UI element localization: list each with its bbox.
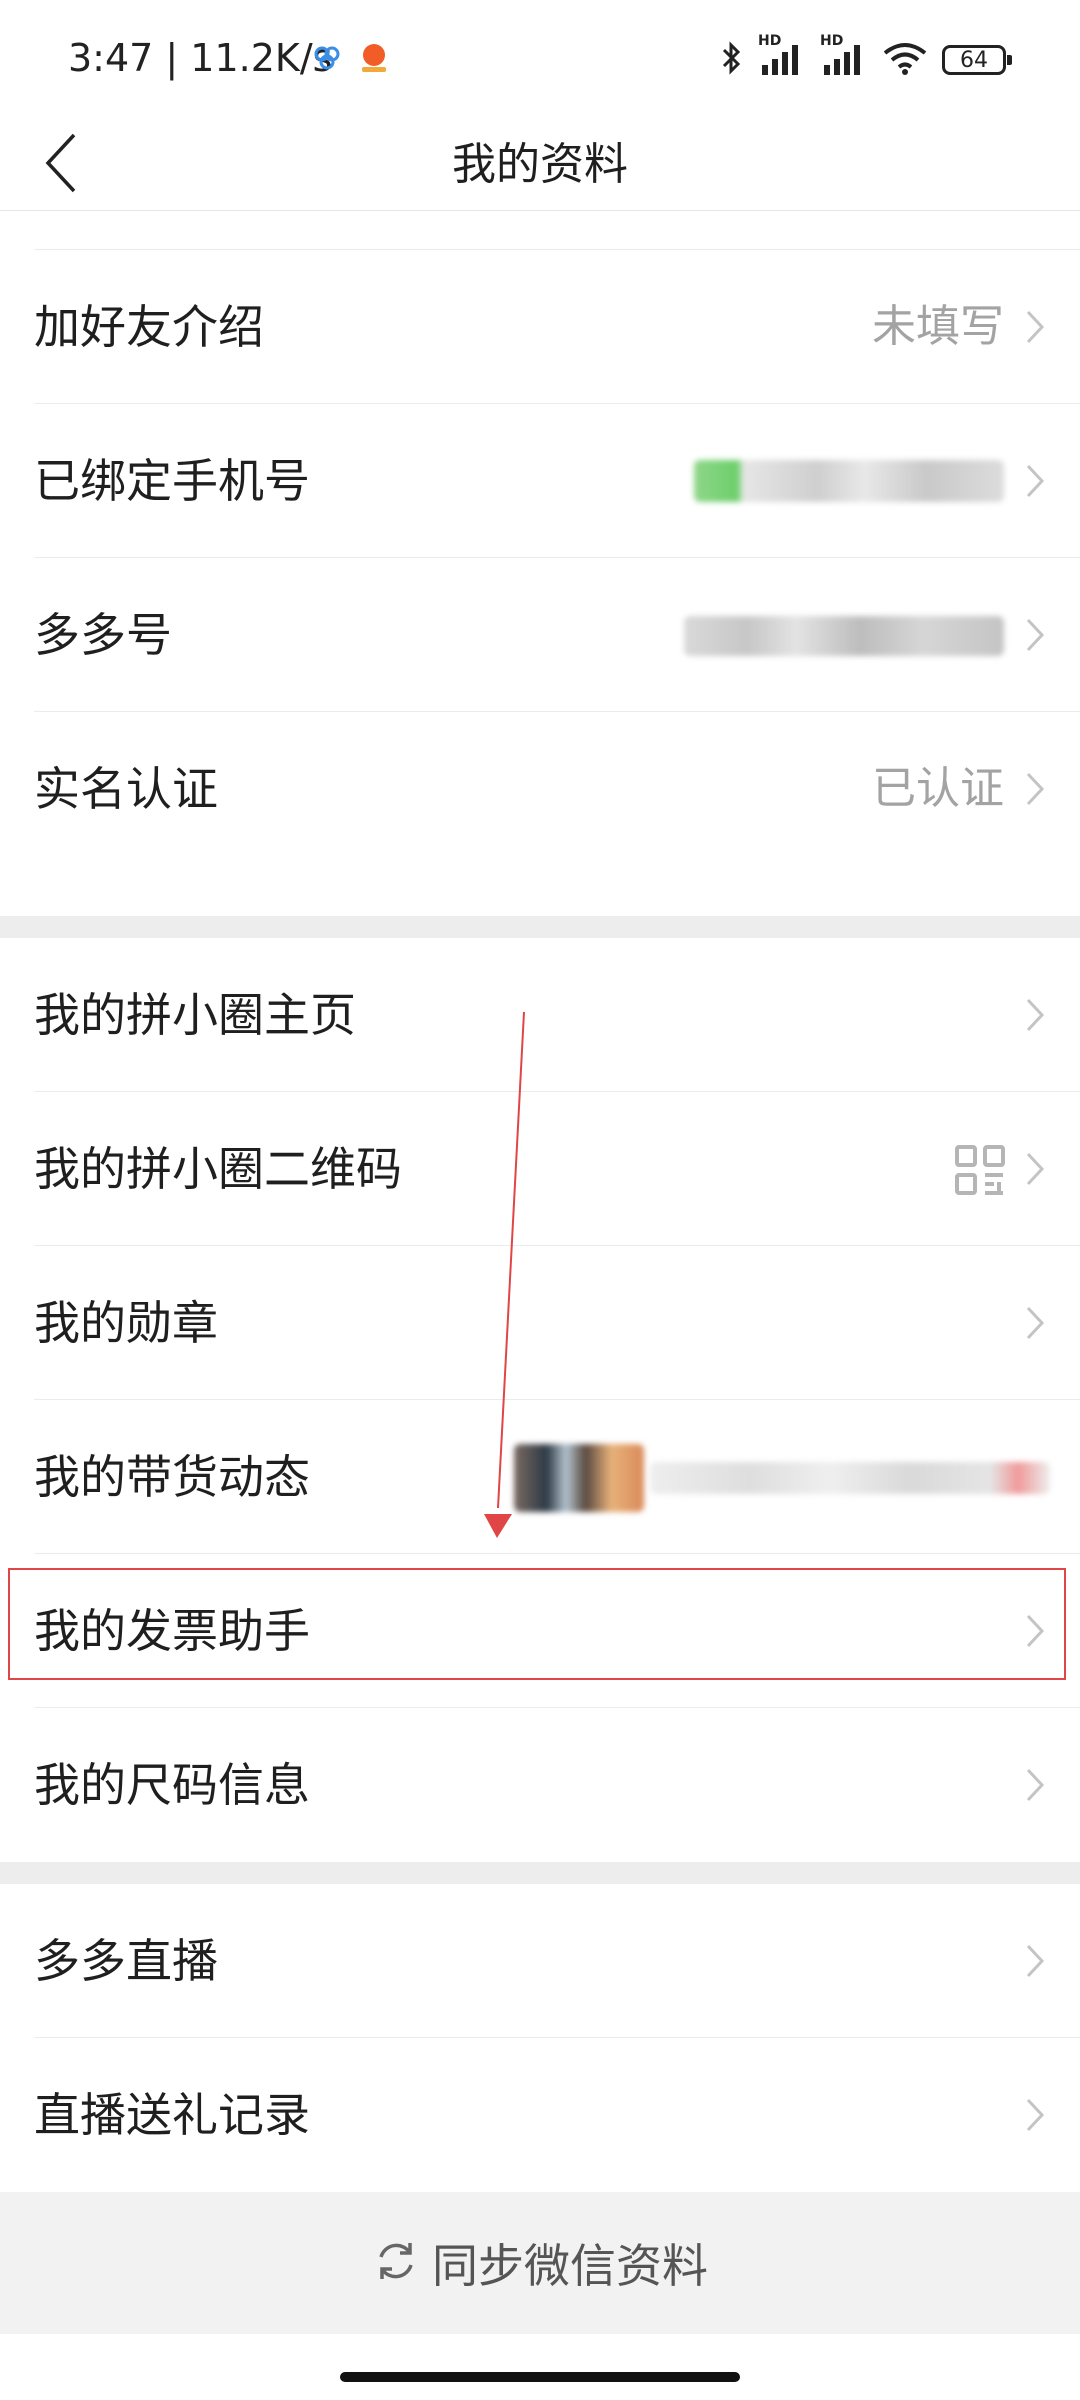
chevron-right-icon [1020,558,1050,712]
section-gap [0,1862,1080,1884]
item-label: 已绑定手机号 [34,454,310,508]
signal-icon-2: HD [820,33,868,79]
list-item-invoice-assistant[interactable]: 我的发票助手 [0,1554,1080,1708]
item-label: 我的带货动态 [34,1450,310,1504]
qr-code-icon [954,1144,1006,1200]
list-item-sales-activity[interactable]: 我的带货动态 [0,1400,1080,1554]
status-time: 3:47 | 11.2K/s [68,36,333,80]
item-label: 我的发票助手 [34,1604,310,1658]
redacted-activity-text [650,1462,1050,1494]
page-title: 我的资料 [452,139,628,190]
bluetooth-icon [720,40,744,80]
list-item-size-info[interactable]: 我的尺码信息 [0,1708,1080,1862]
list-item-medals[interactable]: 我的勋章 [0,1246,1080,1400]
chevron-right-icon [1020,938,1050,1092]
list-item-real-name[interactable]: 实名认证 已认证 [0,712,1080,866]
app-notification-icon [312,42,342,76]
item-label: 我的尺码信息 [34,1758,310,1812]
chevron-right-icon [1020,1246,1050,1400]
item-value: 未填写 [872,301,1004,352]
chevron-right-icon [1020,1708,1050,1862]
item-label: 多多号 [34,608,172,662]
chevron-right-icon [1020,1554,1050,1708]
battery-icon: 64 [942,45,1012,75]
section-gap [0,916,1080,938]
item-label: 我的勋章 [34,1296,218,1350]
profile-section-2: 我的拼小圈主页 我的拼小圈二维码 我的勋章 我的带货动态 我的发票助手 我的尺码… [0,938,1080,1862]
hd-label-2: HD [820,33,844,49]
chevron-right-icon [1020,1092,1050,1246]
chevron-right-icon [1020,712,1050,866]
item-label: 我的拼小圈主页 [34,988,356,1042]
chevron-right-icon [1020,2038,1050,2192]
app-notification-icon-2 [356,40,392,80]
chevron-right-icon [1020,404,1050,558]
status-icons: HD HD 64 [720,32,1012,88]
list-item-circle-home[interactable]: 我的拼小圈主页 [0,938,1080,1092]
list-item-live[interactable]: 多多直播 [0,1884,1080,2038]
sync-wechat-button[interactable]: 同步微信资料 [0,2192,1080,2334]
refresh-icon [372,2237,420,2289]
chevron-right-icon [1020,1884,1050,2038]
list-item-gift-records[interactable]: 直播送礼记录 [0,2038,1080,2192]
item-value: 已认证 [872,763,1004,814]
redacted-id [684,616,1004,656]
list-item-friend-intro[interactable]: 加好友介绍 未填写 [0,250,1080,404]
item-label: 我的拼小圈二维码 [34,1142,402,1196]
item-label: 实名认证 [34,762,218,816]
item-label: 加好友介绍 [34,300,264,354]
sync-label: 同步微信资料 [432,2239,708,2293]
app-header: 我的资料 [0,120,1080,211]
wifi-icon [882,41,928,79]
item-label: 多多直播 [34,1934,218,1988]
list-item-phone[interactable]: 已绑定手机号 [0,404,1080,558]
profile-section-1: 个性签名 未填写 加好友介绍 未填写 已绑定手机号 多多号 实名认证 已认证 [0,146,1080,866]
home-indicator[interactable] [340,2372,740,2382]
hd-label-1: HD [758,33,782,49]
redacted-avatars [514,1444,644,1512]
list-item-circle-qr[interactable]: 我的拼小圈二维码 [0,1092,1080,1246]
chevron-right-icon [1020,250,1050,404]
redacted-phone [694,460,1004,502]
profile-section-3: 多多直播 直播送礼记录 [0,1884,1080,2192]
item-label: 直播送礼记录 [34,2088,310,2142]
signal-icon-1: HD [758,33,806,79]
list-item-duoduo-id[interactable]: 多多号 [0,558,1080,712]
